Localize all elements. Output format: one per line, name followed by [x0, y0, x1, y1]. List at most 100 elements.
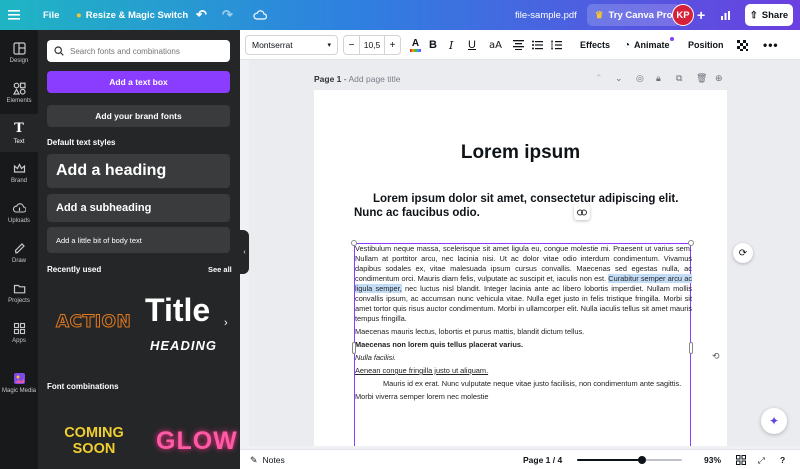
add-text-box-button[interactable]: Add a text box — [47, 71, 230, 93]
chevron-up-icon[interactable]: ⌃ — [595, 73, 603, 84]
font-name: Montserrat — [252, 40, 293, 50]
rail-item-design[interactable]: Design — [0, 34, 38, 72]
add-page-icon[interactable]: ⊕ — [715, 73, 723, 84]
zoom-slider[interactable] — [577, 456, 682, 464]
share-button[interactable]: ⇧ Share — [745, 4, 793, 26]
chevron-right-icon[interactable]: › — [224, 317, 228, 329]
rail-item-magic-media[interactable]: Magic Media — [0, 364, 38, 402]
resize-handle[interactable] — [689, 342, 693, 354]
paragraph: Vestibulum neque massa, scelerisque sit … — [355, 244, 693, 324]
more-options-icon[interactable]: ••• — [763, 30, 779, 60]
position-button[interactable]: Position — [688, 30, 724, 60]
resize-handle[interactable] — [351, 240, 357, 246]
folder-icon — [13, 284, 25, 294]
add-brand-fonts-button[interactable]: Add your brand fonts — [47, 105, 230, 127]
refresh-icon[interactable]: ⟳ — [733, 243, 753, 263]
insights-icon[interactable] — [720, 0, 731, 30]
increase-size-icon[interactable]: + — [385, 40, 400, 51]
see-all-link[interactable]: See all — [208, 265, 232, 274]
duplicate-page-icon[interactable]: ⧉ — [676, 73, 682, 84]
bulleted-list-icon[interactable] — [532, 30, 543, 60]
undo-icon[interactable]: ↶ — [196, 0, 207, 30]
rail-item-projects[interactable]: Projects — [0, 274, 38, 312]
zoom-slider-knob[interactable] — [638, 456, 647, 464]
help-icon[interactable]: ? — [780, 450, 785, 469]
italic-icon[interactable]: I — [449, 30, 453, 60]
bold-icon[interactable]: B — [429, 30, 437, 60]
document-page[interactable]: Lorem ipsum Lorem ipsum dolor sit amet, … — [314, 90, 727, 446]
list-item: Mauris id ex erat. Nunc vulputate neque … — [383, 379, 682, 388]
spacing-icon[interactable] — [551, 30, 562, 60]
crown-icon — [13, 163, 25, 173]
rail-item-text[interactable]: T Text — [0, 114, 38, 152]
document-title[interactable]: file-sample.pdf — [515, 0, 577, 30]
add-subheading-button[interactable]: Add a subheading — [47, 194, 230, 222]
fullscreen-icon[interactable]: ⤢ — [758, 450, 765, 469]
avatar[interactable]: KP — [672, 4, 694, 26]
underline-icon[interactable]: U — [468, 30, 476, 60]
hide-page-icon[interactable]: ◎ — [636, 73, 644, 84]
recent-action-template[interactable]: ACTION — [55, 312, 131, 333]
rail-item-draw[interactable]: Draw — [0, 234, 38, 272]
lock-icon[interactable]: 🔒︎ — [656, 73, 661, 84]
rail-label: Brand — [10, 178, 27, 184]
font-size-stepper[interactable]: − 10,5 + — [343, 35, 401, 55]
link-icon[interactable] — [574, 204, 590, 220]
font-family-dropdown[interactable]: Montserrat ▾ — [245, 35, 338, 55]
resize-magic-switch-button[interactable]: ● Resize & Magic Switch — [76, 0, 188, 30]
document-title-text[interactable]: Lorem ipsum — [314, 142, 727, 164]
collapse-panel-handle[interactable]: ‹ — [240, 230, 249, 274]
search-bar[interactable] — [47, 40, 230, 62]
font-size-value[interactable]: 10,5 — [359, 36, 385, 54]
decrease-size-icon[interactable]: − — [344, 40, 359, 51]
rail-item-elements[interactable]: Elements — [0, 74, 38, 112]
recent-title-template[interactable]: Title — [145, 292, 210, 329]
resize-label: Resize & Magic Switch — [85, 9, 189, 21]
cloud-save-icon[interactable] — [253, 0, 267, 30]
search-input[interactable] — [70, 46, 220, 56]
text-color-icon[interactable]: A — [410, 30, 421, 60]
add-heading-button[interactable]: Add a heading — [47, 154, 230, 188]
add-page-title[interactable]: Add page title — [349, 74, 401, 84]
recent-heading-template[interactable]: HEADING — [150, 338, 217, 353]
chevron-down-icon[interactable]: ⌄ — [615, 73, 623, 84]
crown-icon: ♛ — [595, 9, 604, 21]
selected-text-box[interactable]: Vestibulum neque massa, scelerisque sit … — [351, 240, 694, 446]
add-collaborator-icon[interactable]: + — [697, 0, 705, 30]
magic-sparkle-icon[interactable]: ✦ — [761, 408, 787, 434]
rail-item-apps[interactable]: Apps — [0, 314, 38, 352]
add-body-text-button[interactable]: Add a little bit of body text — [47, 227, 230, 253]
file-menu[interactable]: File — [43, 0, 59, 30]
redo-icon[interactable]: ↷ — [222, 0, 233, 30]
share-label: Share — [761, 9, 789, 21]
new-badge-dot — [670, 37, 674, 41]
top-bar: File ● Resize & Magic Switch ↶ ↷ file-sa… — [0, 0, 800, 30]
document-subtitle[interactable]: Lorem ipsum dolor sit amet, consectetur … — [354, 192, 699, 220]
page-indicator[interactable]: Page 1 / 4 — [523, 450, 562, 469]
effects-button[interactable]: Effects — [580, 30, 610, 60]
text-case-icon[interactable]: aA — [489, 30, 502, 60]
body-text[interactable]: Vestibulum neque massa, scelerisque sit … — [355, 244, 693, 405]
delete-page-icon[interactable]: 🗑︎ — [696, 73, 707, 84]
rail-label: Text — [13, 139, 25, 145]
grid-view-icon[interactable] — [736, 450, 746, 469]
rail-item-brand[interactable]: Brand — [0, 154, 38, 192]
combo-glow[interactable]: GLOW — [156, 427, 238, 456]
transparency-icon[interactable] — [737, 30, 748, 60]
text-run: nec luctus nisl blandit. Integer lacinia… — [355, 284, 692, 323]
align-center-icon[interactable] — [513, 30, 524, 60]
rail-label: Apps — [12, 338, 26, 344]
page-title[interactable]: Page 1 - Add page title — [314, 74, 400, 84]
resize-handle[interactable] — [688, 240, 694, 246]
combo-coming-soon[interactable]: COMING SOON — [54, 425, 134, 457]
menu-icon[interactable] — [8, 0, 20, 30]
try-canva-pro-button[interactable]: ♛ Try Canva Pro — [587, 4, 681, 26]
notes-button[interactable]: ✎ Notes — [250, 450, 285, 469]
animate-icon: ◔ — [624, 39, 631, 51]
rail-item-uploads[interactable]: Uploads — [0, 194, 38, 232]
page-number-label: Page 1 — [314, 74, 342, 84]
animate-button[interactable]: ◔ Animate — [624, 30, 674, 60]
resize-handle[interactable] — [352, 342, 356, 354]
zoom-level[interactable]: 93% — [704, 450, 721, 469]
rotate-handle-icon[interactable]: ⟲ — [712, 351, 720, 362]
